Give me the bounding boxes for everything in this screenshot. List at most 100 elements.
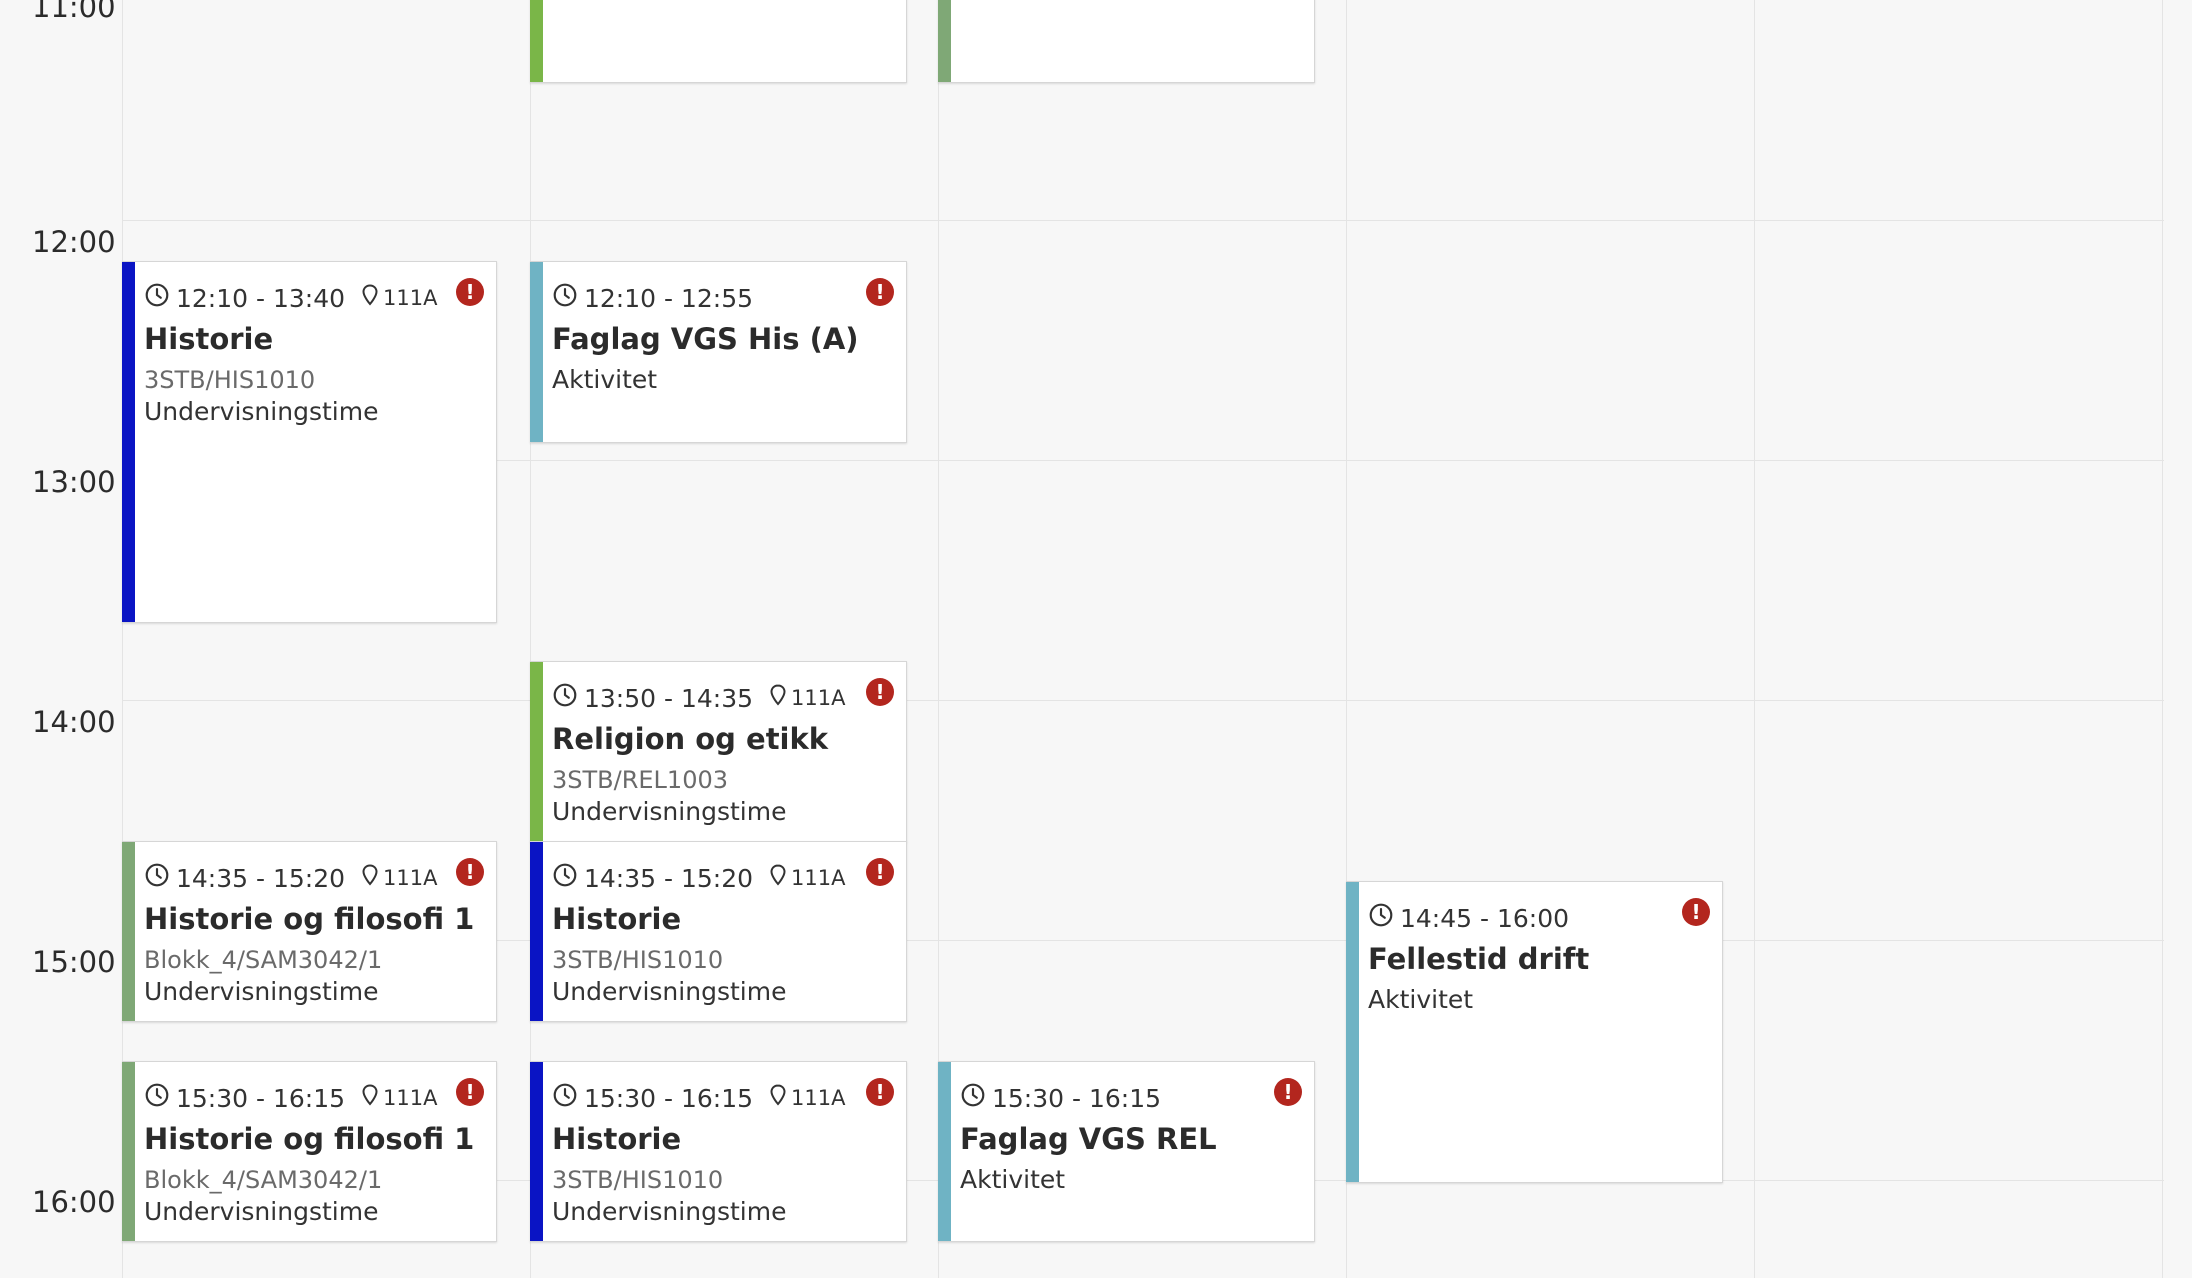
event-card[interactable] bbox=[938, 0, 1315, 83]
clock-icon bbox=[552, 682, 578, 714]
event-content: 12:10 - 13:40 111A Historie 3STB/HIS1010 Und… bbox=[144, 284, 486, 428]
event-content: 12:10 - 12:55 Faglag VGS His (A) Aktivitet bbox=[552, 284, 896, 396]
event-group-code: Blokk_4/SAM3042/1 bbox=[144, 946, 383, 974]
event-group-code: 3STB/HIS1010 bbox=[144, 366, 316, 394]
event-content: 13:50 - 14:35 111A Religion og etikk 3STB/R… bbox=[552, 684, 896, 828]
event-title: Historie bbox=[552, 1122, 682, 1156]
event-color-bar bbox=[530, 0, 543, 82]
location-pin-icon bbox=[361, 863, 379, 893]
event-room: 111A bbox=[383, 1086, 438, 1110]
event-room: 111A bbox=[791, 686, 846, 710]
event-meta: 15:30 - 16:15 111A bbox=[552, 1082, 896, 1114]
event-title: Historie bbox=[552, 902, 682, 936]
event-group-code: 3STB/HIS1010 bbox=[552, 946, 724, 974]
event-group-code: 3STB/HIS1010 bbox=[552, 1166, 724, 1194]
event-color-bar bbox=[122, 262, 135, 622]
event-card[interactable]: ! 14:35 - 15:20 111A Historie 3STB/HIS1010 Un… bbox=[530, 841, 907, 1022]
event-time: 15:30 - 16:15 bbox=[176, 1083, 346, 1113]
event-card[interactable]: ! 15:30 - 16:15 Faglag VGS REL Aktivitet bbox=[938, 1061, 1315, 1242]
event-color-bar bbox=[530, 662, 543, 841]
event-meta: 15:30 - 16:15 bbox=[960, 1082, 1304, 1114]
hour-gridline bbox=[122, 220, 2164, 221]
clock-icon bbox=[552, 282, 578, 314]
event-time: 14:35 - 15:20 bbox=[176, 863, 346, 893]
event-color-bar bbox=[1346, 882, 1359, 1182]
event-title: Historie og filosofi 1 bbox=[144, 1122, 475, 1156]
event-time: 15:30 - 16:15 bbox=[992, 1083, 1162, 1113]
event-card[interactable]: ! 13:50 - 14:35 111A Religion og etikk 3STB/… bbox=[530, 661, 907, 842]
event-room: 111A bbox=[383, 866, 438, 890]
event-content: 14:35 - 15:20 111A Historie 3STB/HIS1010 Und… bbox=[552, 864, 896, 1008]
event-color-bar bbox=[122, 842, 135, 1021]
event-type: Aktivitet bbox=[960, 1165, 1066, 1194]
event-time: 13:50 - 14:35 bbox=[584, 683, 754, 713]
event-room: 111A bbox=[383, 286, 438, 310]
event-content: 15:30 - 16:15 111A Historie 3STB/HIS1010 Und… bbox=[552, 1084, 896, 1228]
event-time: 14:45 - 16:00 bbox=[1400, 903, 1570, 933]
time-label-16: 16:00 bbox=[32, 1185, 116, 1219]
event-title: Faglag VGS REL bbox=[960, 1122, 1217, 1156]
event-title: Faglag VGS His (A) bbox=[552, 322, 859, 356]
event-type: Undervisningstime bbox=[144, 977, 379, 1006]
event-card[interactable]: ! 14:35 - 15:20 111A Historie og filosofi 1… bbox=[122, 841, 497, 1022]
hour-gridline bbox=[122, 700, 2164, 701]
location-pin-icon bbox=[361, 283, 379, 313]
location-pin-icon bbox=[769, 863, 787, 893]
location-pin-icon bbox=[769, 683, 787, 713]
event-group-code: Blokk_4/SAM3042/1 bbox=[144, 1166, 383, 1194]
event-type: Undervisningstime bbox=[552, 797, 787, 826]
clock-icon bbox=[1368, 902, 1394, 934]
event-time: 14:35 - 15:20 bbox=[584, 863, 754, 893]
event-type: Undervisningstime bbox=[552, 1197, 787, 1226]
event-content: 14:35 - 15:20 111A Historie og filosofi 1 B… bbox=[144, 864, 486, 1008]
time-label-13: 13:00 bbox=[32, 465, 116, 499]
event-content: 14:45 - 16:00 Fellestid drift Aktivitet bbox=[1368, 904, 1712, 1016]
calendar-week-grid: 11:00 12:00 13:00 14:00 15:00 16:00 ! 12:… bbox=[0, 0, 2192, 1278]
clock-icon bbox=[960, 1082, 986, 1114]
event-card[interactable]: ! 15:30 - 16:15 111A Historie 3STB/HIS1010 Un… bbox=[530, 1061, 907, 1242]
event-color-bar bbox=[530, 262, 543, 442]
event-color-bar bbox=[938, 0, 951, 82]
event-meta: 14:35 - 15:20 111A bbox=[552, 863, 896, 893]
event-card[interactable]: ! 12:10 - 13:40 111A Historie 3STB/HIS1010 Un… bbox=[122, 261, 497, 623]
day-column-divider bbox=[2162, 0, 2163, 1278]
event-time: 15:30 - 16:15 bbox=[584, 1083, 754, 1113]
event-time: 12:10 - 12:55 bbox=[584, 283, 754, 313]
event-meta: 14:45 - 16:00 bbox=[1368, 902, 1712, 934]
location-pin-icon bbox=[769, 1083, 787, 1113]
event-color-bar bbox=[530, 842, 543, 1021]
time-label-14: 14:00 bbox=[32, 705, 116, 739]
event-room: 111A bbox=[791, 1086, 846, 1110]
time-label-11: 11:00 bbox=[32, 0, 116, 24]
event-meta: 12:10 - 12:55 bbox=[552, 282, 896, 314]
clock-icon bbox=[144, 282, 170, 314]
event-meta: 14:35 - 15:20 111A bbox=[144, 862, 486, 894]
clock-icon bbox=[144, 1082, 170, 1114]
event-content: 15:30 - 16:15 Faglag VGS REL Aktivitet bbox=[960, 1084, 1304, 1196]
event-meta: 12:10 - 13:40 111A bbox=[144, 282, 486, 314]
event-meta: 13:50 - 14:35 111A bbox=[552, 682, 896, 714]
event-card[interactable]: ! 14:45 - 16:00 Fellestid drift Aktivitet bbox=[1346, 881, 1723, 1183]
event-type: Undervisningstime bbox=[144, 397, 379, 426]
event-color-bar bbox=[122, 1062, 135, 1241]
event-group-code: 3STB/REL1003 bbox=[552, 766, 729, 794]
event-color-bar bbox=[938, 1062, 951, 1241]
event-time: 12:10 - 13:40 bbox=[176, 283, 346, 313]
event-type: Aktivitet bbox=[1368, 985, 1474, 1014]
event-room: 111A bbox=[791, 866, 846, 890]
event-title: Religion og etikk bbox=[552, 722, 829, 756]
event-content: 15:30 - 16:15 111A Historie og filosofi 1 B… bbox=[144, 1084, 486, 1228]
clock-icon bbox=[144, 862, 170, 894]
event-type: Aktivitet bbox=[552, 365, 658, 394]
event-card[interactable]: ! 12:10 - 12:55 Faglag VGS His (A) Aktivite… bbox=[530, 261, 907, 443]
event-title: Historie og filosofi 1 bbox=[144, 902, 475, 936]
event-meta: 15:30 - 16:15 111A bbox=[144, 1082, 486, 1114]
clock-icon bbox=[552, 1082, 578, 1114]
time-label-12: 12:00 bbox=[32, 225, 116, 259]
event-card[interactable] bbox=[530, 0, 907, 83]
event-card[interactable]: ! 15:30 - 16:15 111A Historie og filosofi 1… bbox=[122, 1061, 497, 1242]
event-type: Undervisningstime bbox=[144, 1197, 379, 1226]
event-title: Fellestid drift bbox=[1368, 942, 1590, 976]
event-color-bar bbox=[530, 1062, 543, 1241]
location-pin-icon bbox=[361, 1083, 379, 1113]
